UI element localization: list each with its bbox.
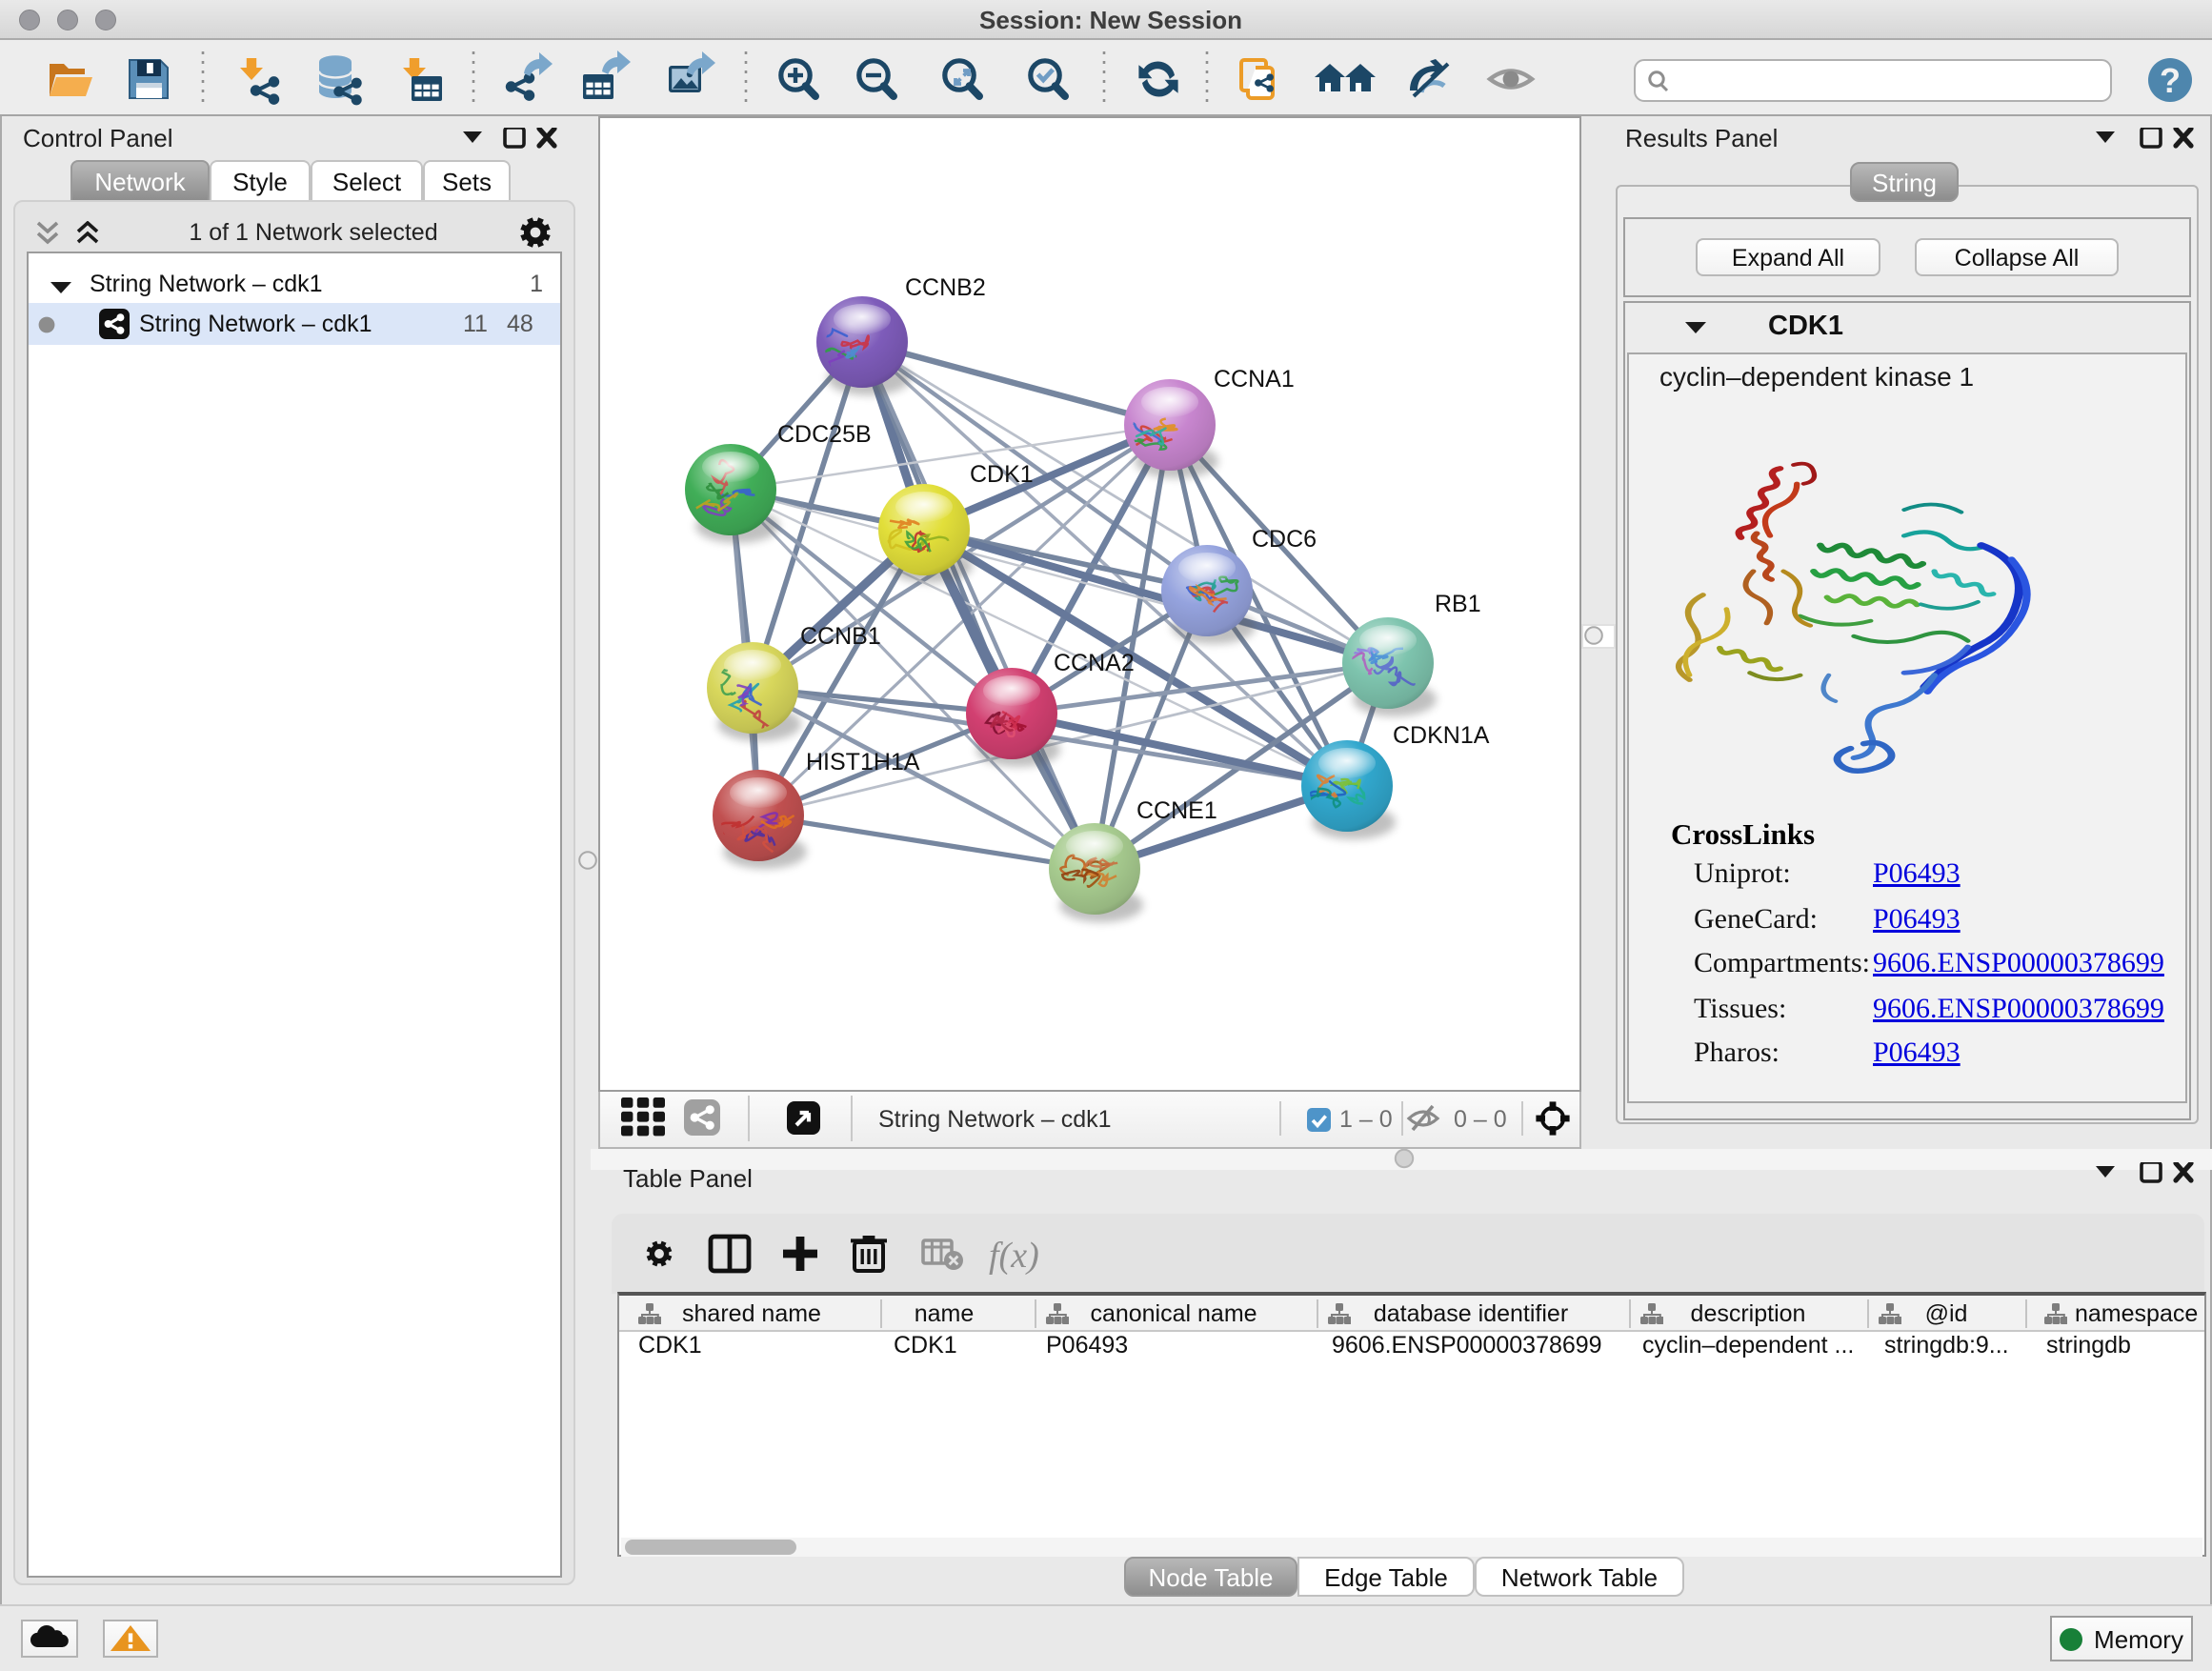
svg-text:CDK1: CDK1 <box>970 461 1034 488</box>
svg-text:?: ? <box>2160 61 2181 100</box>
svg-text:0 – 0: 0 – 0 <box>1454 1106 1507 1133</box>
svg-text:CDKN1A: CDKN1A <box>1393 722 1490 749</box>
svg-text:CDC6: CDC6 <box>1252 526 1317 553</box>
svg-text:String Network – cdk1: String Network – cdk1 <box>878 1106 1112 1133</box>
svg-text:CCNB2: CCNB2 <box>905 274 986 301</box>
svg-text:RB1: RB1 <box>1435 591 1481 617</box>
svg-text:1 – 0: 1 – 0 <box>1339 1106 1393 1133</box>
svg-text:HIST1H1A: HIST1H1A <box>806 749 920 775</box>
svg-text:CCNA1: CCNA1 <box>1214 366 1295 393</box>
svg-text:CCNB1: CCNB1 <box>800 623 881 650</box>
svg-text:CCNA2: CCNA2 <box>1054 650 1135 676</box>
svg-text:CCNE1: CCNE1 <box>1136 797 1217 824</box>
svg-text:f(x): f(x) <box>989 1236 1039 1276</box>
svg-text:CDC25B: CDC25B <box>777 421 872 448</box>
